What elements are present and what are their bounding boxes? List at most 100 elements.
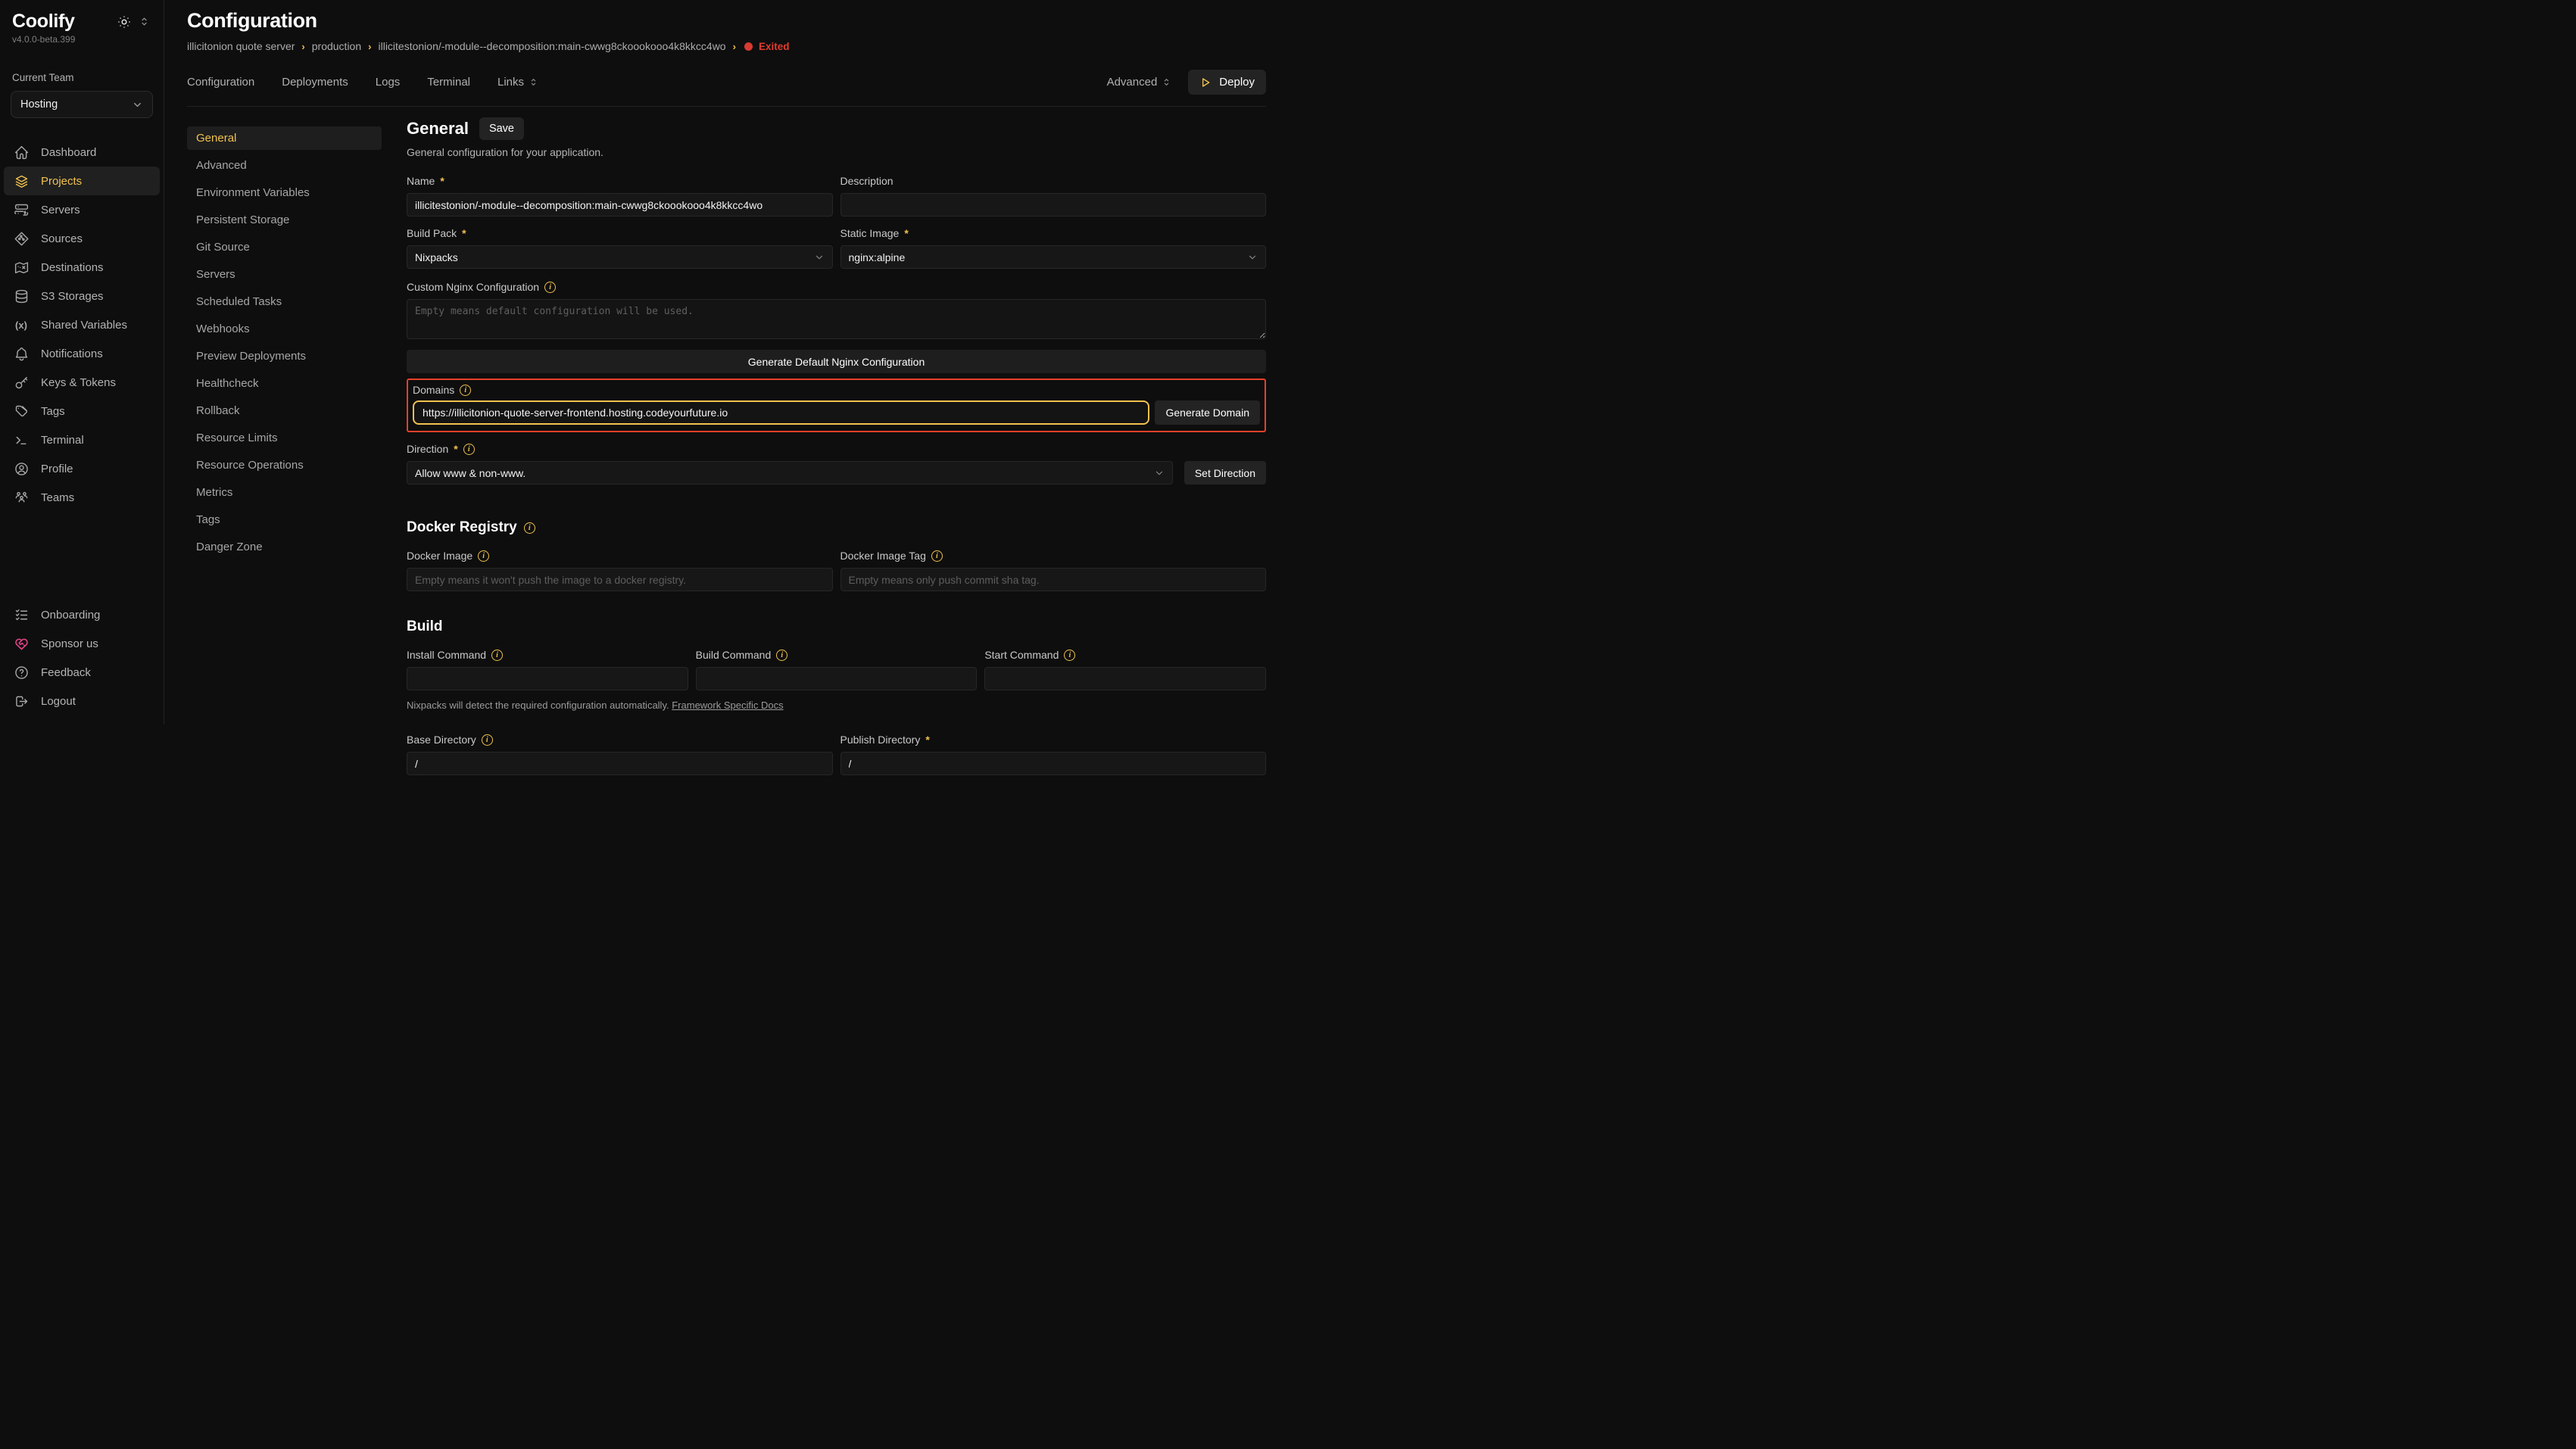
build-command-input[interactable] bbox=[696, 667, 978, 690]
help-circle-icon bbox=[13, 664, 30, 681]
sidebar-item-projects[interactable]: Projects bbox=[4, 167, 160, 195]
config-nav-metrics[interactable]: Metrics bbox=[187, 481, 382, 504]
info-icon[interactable]: i bbox=[460, 385, 471, 396]
set-direction-button[interactable]: Set Direction bbox=[1184, 461, 1266, 485]
users-group-icon bbox=[13, 489, 30, 506]
team-select[interactable]: Hosting bbox=[11, 91, 153, 118]
config-nav-advanced[interactable]: Advanced bbox=[187, 154, 382, 177]
config-nav: General Advanced Environment Variables P… bbox=[187, 126, 382, 559]
app-version: v4.0.0-beta.399 bbox=[0, 33, 164, 45]
info-icon[interactable]: i bbox=[544, 282, 556, 293]
sidebar-item-teams[interactable]: Teams bbox=[4, 483, 160, 512]
sidebar-item-sources[interactable]: Sources bbox=[4, 224, 160, 253]
chevron-down-icon bbox=[1154, 468, 1165, 478]
static-image-select[interactable]: nginx:alpine bbox=[840, 245, 1267, 269]
save-button[interactable]: Save bbox=[479, 117, 524, 140]
config-nav-tags[interactable]: Tags bbox=[187, 508, 382, 531]
custom-nginx-textarea[interactable] bbox=[407, 299, 1266, 339]
build-command-label: Build Command i bbox=[696, 649, 978, 661]
config-nav-preview-deployments[interactable]: Preview Deployments bbox=[187, 344, 382, 368]
breadcrumb-environment[interactable]: production bbox=[312, 40, 361, 52]
tab-configuration[interactable]: Configuration bbox=[187, 76, 254, 89]
description-input[interactable] bbox=[840, 193, 1267, 217]
config-nav-general[interactable]: General bbox=[187, 126, 382, 150]
sidebar-item-s3-storages[interactable]: S3 Storages bbox=[4, 282, 160, 310]
chevron-selector-icon bbox=[529, 77, 538, 87]
tab-deployments[interactable]: Deployments bbox=[282, 76, 348, 89]
config-nav-resource-limits[interactable]: Resource Limits bbox=[187, 426, 382, 450]
config-nav-environment-variables[interactable]: Environment Variables bbox=[187, 181, 382, 204]
sidebar-item-label: S3 Storages bbox=[41, 290, 104, 303]
build-pack-select[interactable]: Nixpacks bbox=[407, 245, 833, 269]
name-input[interactable] bbox=[407, 193, 833, 217]
info-icon[interactable]: i bbox=[482, 734, 493, 746]
sidebar-item-feedback[interactable]: Feedback bbox=[4, 658, 160, 687]
tab-logs[interactable]: Logs bbox=[376, 76, 401, 89]
play-icon bbox=[1199, 76, 1212, 89]
sidebar-item-notifications[interactable]: Notifications bbox=[4, 339, 160, 368]
server-icon bbox=[13, 201, 30, 218]
advanced-dropdown[interactable]: Advanced bbox=[1107, 76, 1172, 89]
database-icon bbox=[13, 288, 30, 304]
theme-sun-icon[interactable] bbox=[117, 14, 132, 30]
sidebar-item-dashboard[interactable]: Dashboard bbox=[4, 138, 160, 167]
page-header: Configuration illicitonion quote server … bbox=[187, 0, 1266, 52]
config-nav-scheduled-tasks[interactable]: Scheduled Tasks bbox=[187, 290, 382, 313]
info-icon[interactable]: i bbox=[931, 550, 943, 562]
sidebar-item-onboarding[interactable]: Onboarding bbox=[4, 600, 160, 629]
generate-domain-button[interactable]: Generate Domain bbox=[1155, 400, 1260, 425]
config-nav-healthcheck[interactable]: Healthcheck bbox=[187, 372, 382, 395]
config-nav-persistent-storage[interactable]: Persistent Storage bbox=[187, 208, 382, 232]
breadcrumb: illicitonion quote server › production ›… bbox=[187, 40, 1266, 52]
config-nav-git-source[interactable]: Git Source bbox=[187, 235, 382, 259]
status-dot bbox=[744, 42, 753, 51]
start-command-input[interactable] bbox=[984, 667, 1266, 690]
chevron-down-icon bbox=[814, 252, 825, 263]
domains-input[interactable] bbox=[413, 400, 1149, 425]
info-icon[interactable]: i bbox=[1064, 650, 1075, 661]
sidebar-item-tags[interactable]: Tags bbox=[4, 397, 160, 425]
brand-title: Coolify bbox=[12, 11, 117, 33]
config-nav-resource-operations[interactable]: Resource Operations bbox=[187, 453, 382, 477]
tab-terminal[interactable]: Terminal bbox=[427, 76, 470, 89]
content: General Advanced Environment Variables P… bbox=[187, 107, 1266, 775]
framework-docs-link[interactable]: Framework Specific Docs bbox=[672, 700, 783, 711]
config-nav-danger-zone[interactable]: Danger Zone bbox=[187, 535, 382, 559]
breadcrumb-application[interactable]: illicitestonion/-module--decomposition:m… bbox=[378, 40, 725, 52]
info-icon[interactable]: i bbox=[491, 650, 503, 661]
info-icon[interactable]: i bbox=[776, 650, 787, 661]
config-nav-webhooks[interactable]: Webhooks bbox=[187, 317, 382, 341]
breadcrumb-project[interactable]: illicitonion quote server bbox=[187, 40, 295, 52]
theme-selector-icon[interactable] bbox=[139, 16, 150, 27]
info-icon[interactable]: i bbox=[524, 522, 535, 534]
sidebar-item-profile[interactable]: Profile bbox=[4, 454, 160, 483]
docker-image-input[interactable] bbox=[407, 568, 833, 591]
docker-image-tag-input[interactable] bbox=[840, 568, 1267, 591]
generate-nginx-button[interactable]: Generate Default Nginx Configuration bbox=[407, 350, 1266, 373]
sidebar-item-keys-tokens[interactable]: Keys & Tokens bbox=[4, 368, 160, 397]
checklist-icon bbox=[13, 606, 30, 623]
tab-links[interactable]: Links bbox=[497, 76, 538, 89]
start-command-label: Start Command i bbox=[984, 649, 1266, 661]
page-title: Configuration bbox=[187, 9, 1266, 33]
config-nav-rollback[interactable]: Rollback bbox=[187, 399, 382, 422]
base-directory-input[interactable] bbox=[407, 752, 833, 775]
heart-handshake-icon bbox=[13, 635, 30, 652]
sidebar-item-servers[interactable]: Servers bbox=[4, 195, 160, 224]
section-subtitle: General configuration for your applicati… bbox=[407, 146, 1266, 158]
sidebar-item-logout[interactable]: Logout bbox=[4, 687, 160, 715]
sidebar-item-label: Logout bbox=[41, 695, 76, 708]
config-nav-servers[interactable]: Servers bbox=[187, 263, 382, 286]
direction-select[interactable]: Allow www & non-www. bbox=[407, 461, 1173, 485]
sidebar-item-destinations[interactable]: Destinations bbox=[4, 253, 160, 282]
deploy-button[interactable]: Deploy bbox=[1188, 70, 1266, 95]
info-icon[interactable]: i bbox=[463, 444, 475, 455]
sidebar-item-terminal[interactable]: Terminal bbox=[4, 425, 160, 454]
publish-directory-input[interactable] bbox=[840, 752, 1267, 775]
sidebar-item-shared-variables[interactable]: (x) Shared Variables bbox=[4, 310, 160, 339]
breadcrumb-separator: › bbox=[368, 41, 371, 52]
sidebar-item-sponsor-us[interactable]: Sponsor us bbox=[4, 629, 160, 658]
info-icon[interactable]: i bbox=[478, 550, 489, 562]
install-command-input[interactable] bbox=[407, 667, 688, 690]
tab-actions: Advanced Deploy bbox=[1107, 70, 1266, 95]
